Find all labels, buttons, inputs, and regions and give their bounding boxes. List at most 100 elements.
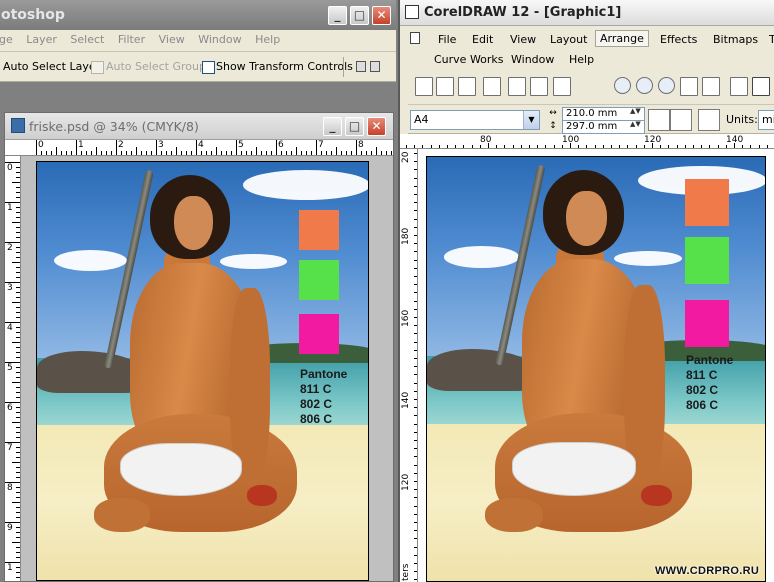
ruler-tick bbox=[81, 151, 82, 155]
ruler-tick bbox=[16, 552, 20, 553]
horizontal-ruler[interactable]: 0 1 2 3 4 5 6 7 8 bbox=[5, 140, 393, 156]
artwork-image[interactable]: Pantone 811 C 802 C 806 C bbox=[36, 161, 369, 581]
ruler-tick bbox=[12, 502, 20, 503]
page-size-dropdown[interactable]: A4 ▼ bbox=[410, 110, 540, 130]
menu-text[interactable]: T bbox=[769, 33, 774, 46]
document-titlebar[interactable]: friske.psd @ 34% (CMYK/8) _ □ ✕ bbox=[5, 113, 393, 140]
menu-select[interactable]: Select bbox=[65, 30, 109, 50]
ruler-tick bbox=[414, 186, 417, 187]
color-swatch bbox=[299, 260, 339, 300]
menu-effects[interactable]: Effects bbox=[660, 33, 697, 46]
minimize-icon[interactable]: _ bbox=[323, 117, 342, 136]
ruler-tick bbox=[101, 151, 102, 155]
ruler-tick bbox=[16, 567, 20, 568]
menu-view[interactable]: View bbox=[510, 33, 536, 46]
panel-toggle-icon[interactable] bbox=[730, 77, 748, 96]
ruler-label: ters bbox=[401, 563, 411, 581]
artwork-image[interactable]: Pantone 811 C 802 C 806 C bbox=[426, 156, 766, 582]
menu-file[interactable]: File bbox=[438, 33, 456, 46]
ruler-tick bbox=[346, 151, 347, 155]
print-icon[interactable] bbox=[483, 77, 501, 96]
landscape-icon[interactable] bbox=[670, 109, 692, 131]
ruler-tick bbox=[196, 140, 197, 155]
menu-curve-works[interactable]: Curve Works bbox=[434, 53, 504, 66]
menu-layer[interactable]: Layer bbox=[21, 30, 62, 50]
ruler-tick bbox=[414, 415, 417, 416]
ruler-tick bbox=[51, 151, 52, 155]
height-spinner[interactable]: ▲▼ bbox=[630, 121, 641, 133]
units-label: Units: bbox=[726, 113, 758, 126]
maximize-icon[interactable]: □ bbox=[350, 6, 369, 25]
ruler-tick bbox=[414, 284, 417, 285]
ruler-tick bbox=[301, 151, 302, 155]
menu-window[interactable]: Window bbox=[193, 30, 246, 50]
ruler-label: 80 bbox=[480, 135, 492, 145]
menu-edit[interactable]: Edit bbox=[472, 33, 493, 46]
auto-select-groups-label: Auto Select Groups bbox=[106, 60, 212, 73]
close-icon[interactable]: ✕ bbox=[372, 6, 391, 25]
ruler-tick bbox=[414, 473, 417, 474]
ruler-tick bbox=[12, 222, 20, 223]
menu-image[interactable]: ge bbox=[0, 30, 18, 50]
ruler-tick bbox=[16, 457, 20, 458]
canvas-area[interactable]: Pantone 811 C 802 C 806 C bbox=[21, 156, 393, 581]
ruler-label: 0 bbox=[7, 163, 13, 173]
vertical-ruler[interactable]: 20 180 160 140 120 ters bbox=[400, 149, 418, 582]
width-spinner[interactable]: ▲▼ bbox=[630, 108, 641, 120]
view-manager-icon[interactable] bbox=[702, 77, 720, 96]
drawing-canvas[interactable]: Pantone 811 C 802 C 806 C bbox=[418, 149, 774, 582]
portrait-icon[interactable] bbox=[648, 109, 670, 131]
ruler-label: 180 bbox=[401, 227, 411, 245]
menu-layout[interactable]: Layout bbox=[550, 33, 587, 46]
zoom-out-icon[interactable] bbox=[636, 77, 653, 94]
menu-help[interactable]: Help bbox=[569, 53, 594, 66]
ruler-tick bbox=[16, 367, 20, 368]
minimize-icon[interactable]: _ bbox=[328, 6, 347, 25]
document-menu-icon[interactable] bbox=[410, 32, 420, 44]
ruler-tick bbox=[414, 161, 417, 162]
align-top-icon[interactable] bbox=[356, 61, 366, 72]
show-transform-label[interactable]: Show Transform Controls bbox=[216, 60, 353, 73]
show-transform-checkbox[interactable] bbox=[202, 61, 215, 74]
maximize-icon[interactable]: □ bbox=[345, 117, 364, 136]
ruler-tick bbox=[376, 147, 377, 155]
units-dropdown[interactable]: mil bbox=[758, 110, 774, 130]
save-icon[interactable] bbox=[458, 77, 476, 96]
ruler-tick bbox=[16, 237, 20, 238]
align-middle-icon[interactable] bbox=[370, 61, 380, 72]
ruler-tick bbox=[619, 145, 620, 148]
photoshop-window: otoshop _ □ ✕ ge Layer Select Filter Vie… bbox=[0, 0, 396, 582]
ruler-tick bbox=[16, 507, 20, 508]
coreldraw-titlebar[interactable]: CorelDRAW 12 - [Graphic1] bbox=[400, 0, 774, 26]
ruler-tick bbox=[201, 151, 202, 155]
menu-window[interactable]: Window bbox=[511, 53, 554, 66]
horizontal-ruler[interactable]: 80 100 120 140 bbox=[400, 134, 774, 149]
zoom-fit-icon[interactable] bbox=[658, 77, 675, 94]
close-icon[interactable]: ✕ bbox=[367, 117, 386, 136]
ruler-tick bbox=[336, 147, 337, 155]
import-icon[interactable] bbox=[508, 77, 526, 96]
ruler-tick bbox=[578, 145, 579, 148]
color-manager-icon[interactable] bbox=[752, 77, 770, 96]
document-window: friske.psd @ 34% (CMYK/8) _ □ ✕ 0 1 2 3 4 5 6 7… bbox=[4, 112, 394, 582]
auto-select-layer-label[interactable]: Auto Select Layer bbox=[3, 60, 100, 73]
ruler-tick bbox=[16, 257, 20, 258]
open-icon[interactable] bbox=[436, 77, 454, 96]
menu-view[interactable]: View bbox=[154, 30, 190, 50]
menu-arrange[interactable]: Arrange bbox=[595, 30, 649, 47]
ruler-label: 8 bbox=[358, 140, 364, 150]
export-icon[interactable] bbox=[530, 77, 548, 96]
menu-bitmaps[interactable]: Bitmaps bbox=[713, 33, 758, 46]
dropdown-arrow-icon[interactable]: ▼ bbox=[523, 111, 539, 129]
zoom-icon[interactable] bbox=[614, 77, 631, 94]
copy-icon[interactable] bbox=[553, 77, 571, 96]
menu-help[interactable]: Help bbox=[250, 30, 285, 50]
menu-filter[interactable]: Filter bbox=[113, 30, 150, 50]
ruler-tick bbox=[414, 194, 417, 195]
new-document-icon[interactable] bbox=[415, 77, 433, 96]
page-layout-icon[interactable] bbox=[698, 109, 720, 131]
view-icon[interactable] bbox=[680, 77, 698, 96]
ruler-tick bbox=[16, 452, 20, 453]
vertical-ruler[interactable]: 0 1 2 3 4 5 6 7 8 9 1 bbox=[5, 156, 21, 581]
ruler-tick bbox=[677, 145, 678, 148]
